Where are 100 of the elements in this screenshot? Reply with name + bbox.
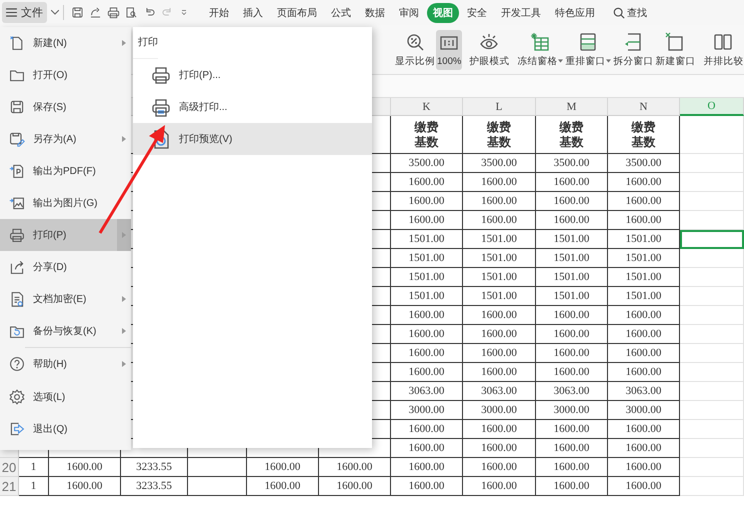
table-cell: 3000.00 bbox=[536, 401, 608, 420]
table-cell: 1501.00 bbox=[608, 249, 680, 268]
table-cell: 1600.00 bbox=[608, 173, 680, 192]
table-cell: 1600.00 bbox=[463, 173, 536, 192]
ribbon-button[interactable]: 100% bbox=[436, 30, 462, 70]
print-preview-icon[interactable] bbox=[124, 6, 138, 19]
table-cell: 1600.00 bbox=[391, 211, 463, 230]
menu-item[interactable]: 退出(Q) bbox=[0, 413, 131, 445]
table-cell: 1600.00 bbox=[608, 344, 680, 363]
table-cell: 1600.00 bbox=[608, 477, 680, 496]
menu-item[interactable]: 输出为PDF(F) bbox=[0, 155, 131, 187]
table-cell: 3000.00 bbox=[463, 401, 536, 420]
save-as-icon bbox=[9, 131, 25, 147]
table-cell: 1600.00 bbox=[536, 363, 608, 382]
submenu-title: 打印 bbox=[133, 27, 158, 59]
search-button[interactable]: 查找 bbox=[613, 6, 647, 20]
caret-icon bbox=[606, 59, 612, 63]
menu-item[interactable]: 高级打印... bbox=[133, 91, 372, 123]
menu-item[interactable]: 新建(N) bbox=[0, 27, 131, 59]
print-icon[interactable] bbox=[106, 6, 120, 19]
table-cell: 1501.00 bbox=[391, 249, 463, 268]
menu-item[interactable]: 文档加密(E) bbox=[0, 283, 131, 315]
ribbon-tab[interactable]: 开始 bbox=[203, 2, 235, 22]
save-icon bbox=[9, 99, 25, 115]
table-cell: 1600.00 bbox=[608, 192, 680, 211]
save-icon[interactable] bbox=[70, 6, 84, 19]
eye-icon bbox=[479, 32, 500, 52]
menu-item[interactable]: 保存(S) bbox=[0, 91, 131, 123]
ribbon-button[interactable]: 护眼模式 bbox=[468, 28, 510, 70]
selected-cell[interactable] bbox=[680, 230, 744, 249]
column-header[interactable]: L bbox=[463, 98, 536, 116]
ribbon-tab[interactable]: 公式 bbox=[325, 2, 357, 22]
table-cell: 1501.00 bbox=[608, 268, 680, 287]
table-cell: 1600.00 bbox=[391, 477, 463, 496]
table-cell: 1600.00 bbox=[319, 477, 391, 496]
ribbon-button[interactable]: 重排窗口 bbox=[564, 28, 612, 70]
file-menu-button[interactable]: 文件 bbox=[2, 2, 47, 23]
table-cell: 1 bbox=[19, 477, 49, 496]
printer-document-icon bbox=[151, 97, 171, 117]
table-cell: 1600.00 bbox=[536, 439, 608, 458]
ribbon-button[interactable]: 拆分窗口 bbox=[612, 28, 654, 70]
new-window-icon bbox=[665, 32, 686, 52]
menu-item[interactable]: 打印(P) bbox=[0, 219, 131, 251]
table-cell: 1600.00 bbox=[463, 344, 536, 363]
column-header[interactable]: M bbox=[536, 98, 608, 116]
table-cell: 1600.00 bbox=[463, 211, 536, 230]
table-cell: 1600.00 bbox=[608, 363, 680, 382]
table-cell: 1600.00 bbox=[463, 306, 536, 325]
table-cell: 1600.00 bbox=[391, 439, 463, 458]
table-header-cell: 缴费 基数 bbox=[391, 116, 463, 154]
table-header-cell: 缴费 基数 bbox=[536, 116, 608, 154]
table-cell: 1501.00 bbox=[463, 249, 536, 268]
table-cell: 1501.00 bbox=[391, 268, 463, 287]
ribbon-tab[interactable]: 审阅 bbox=[393, 2, 425, 22]
ribbon-button[interactable]: 并排比较 bbox=[702, 28, 744, 70]
table-cell: 1600.00 bbox=[536, 306, 608, 325]
ribbon-tab[interactable]: 页面布局 bbox=[271, 2, 323, 22]
table-cell: 1501.00 bbox=[463, 268, 536, 287]
table-cell: 1600.00 bbox=[247, 458, 319, 477]
ribbon-tab[interactable]: 安全 bbox=[461, 2, 493, 22]
menu-item[interactable]: 打印预览(V) bbox=[133, 123, 372, 155]
table-header-cell: 缴费 基数 bbox=[608, 116, 680, 154]
menu-item[interactable]: 打开(O) bbox=[0, 59, 131, 91]
table-cell: 1600.00 bbox=[608, 325, 680, 344]
ribbon-tab[interactable]: 插入 bbox=[237, 2, 269, 22]
share-icon[interactable] bbox=[88, 6, 102, 19]
ribbon-tab[interactable]: 数据 bbox=[359, 2, 391, 22]
submenu-arrow-icon bbox=[122, 328, 126, 334]
menu-item[interactable]: 输出为图片(G) bbox=[0, 187, 131, 219]
ribbon-button[interactable]: 冻结窗格 bbox=[516, 28, 564, 70]
ribbon-tab[interactable]: 特色应用 bbox=[549, 2, 601, 22]
settings-icon bbox=[9, 389, 25, 405]
ribbon-tab[interactable]: 开发工具 bbox=[495, 2, 547, 22]
exit-icon bbox=[9, 421, 25, 437]
window-stack-icon bbox=[578, 32, 598, 52]
table-cell: 1600.00 bbox=[463, 439, 536, 458]
menu-item[interactable]: 分享(D) bbox=[0, 251, 131, 283]
table-cell: 1600.00 bbox=[463, 363, 536, 382]
menu-item[interactable]: 另存为(A) bbox=[0, 123, 131, 155]
table-cell: 3063.00 bbox=[536, 382, 608, 401]
table-cell: 1600.00 bbox=[608, 211, 680, 230]
menu-item[interactable]: 备份与恢复(K) bbox=[0, 315, 131, 347]
menu-item[interactable]: 选项(L) bbox=[0, 381, 131, 413]
row-header[interactable]: 20 bbox=[0, 458, 19, 477]
table-cell: 1600.00 bbox=[608, 306, 680, 325]
table-cell: 1501.00 bbox=[391, 287, 463, 306]
table-cell: 1501.00 bbox=[608, 230, 680, 249]
column-header[interactable]: N bbox=[608, 98, 680, 116]
printer-icon bbox=[151, 65, 171, 85]
freeze-grid-icon bbox=[530, 32, 550, 52]
search-icon bbox=[613, 6, 625, 18]
table-cell: 3233.55 bbox=[121, 458, 188, 477]
table-cell: 3063.00 bbox=[608, 382, 680, 401]
column-header[interactable]: K bbox=[391, 98, 463, 116]
table-cell: 1501.00 bbox=[536, 287, 608, 306]
row-header[interactable]: 21 bbox=[0, 477, 19, 496]
menu-item[interactable]: 打印(P)... bbox=[133, 59, 372, 91]
ribbon-button[interactable]: 显示比例 bbox=[394, 28, 436, 70]
ribbon-button[interactable]: 新建窗口 bbox=[654, 28, 696, 70]
table-cell: 3500.00 bbox=[391, 154, 463, 173]
